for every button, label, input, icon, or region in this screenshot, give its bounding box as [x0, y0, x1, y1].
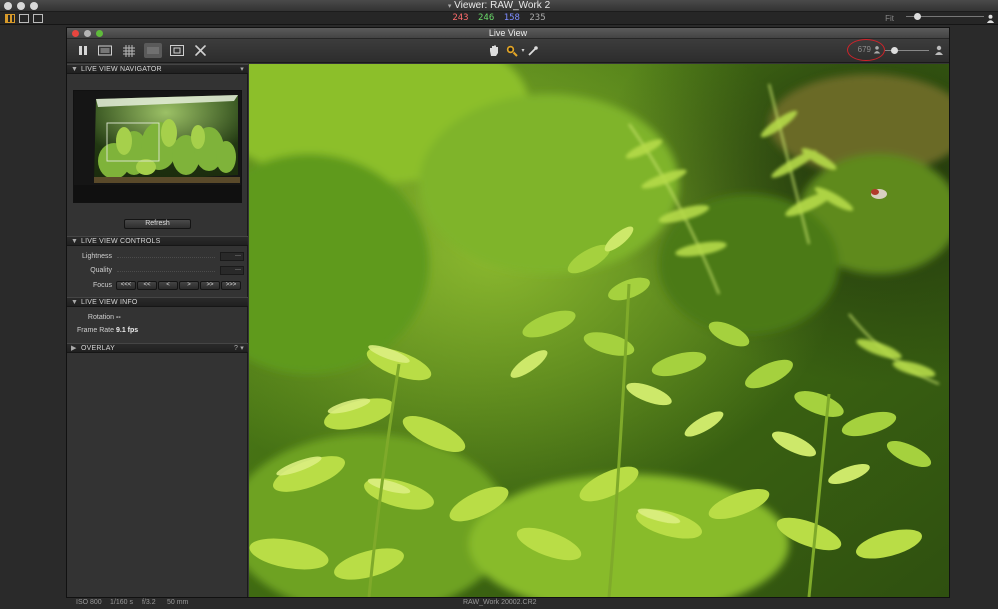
focus-frame-icon[interactable]: [169, 43, 185, 58]
controls-section-header[interactable]: ▼ Live View Controls: [67, 236, 248, 246]
collapse-triangle-icon[interactable]: ▼: [71, 298, 78, 307]
iso-value: ISO 800: [76, 599, 102, 606]
viewer-title-text: Viewer: RAW_Work 2: [454, 0, 551, 11]
aquarium-plants-image: [249, 64, 949, 597]
aperture-value: f/3.2: [142, 599, 156, 606]
filename-label: RAW_Work 20002.CR2: [463, 599, 537, 606]
luminance-value: 235: [529, 13, 546, 23]
shutter-value: 1/160 s: [110, 599, 133, 606]
collapse-triangle-icon[interactable]: ▼: [71, 237, 78, 246]
focus-label: Focus: [92, 282, 112, 289]
blue-value: 158: [503, 13, 520, 23]
help-icon[interactable]: ?: [234, 345, 238, 352]
rotation-label: Rotation: [87, 314, 114, 321]
navigator-section-header[interactable]: ▼ Live View Navigator ▾: [67, 64, 248, 74]
rotation-value: --: [116, 314, 121, 321]
navigator-header-label: Live View Navigator: [81, 66, 162, 73]
lightness-control: Lightness ---: [67, 251, 248, 263]
lightness-slider[interactable]: [117, 257, 215, 258]
lightness-label: Lightness: [82, 253, 112, 260]
quality-control: Quality ---: [67, 265, 248, 277]
expand-triangle-icon[interactable]: ▶: [71, 344, 77, 353]
focal-length-value: 50 mm: [167, 599, 189, 606]
viewer-toolbar: 243 246 158 235 Fit: [0, 12, 998, 25]
film-strip-icon[interactable]: [97, 43, 113, 58]
overlay-options[interactable]: ? ▾: [234, 344, 244, 353]
red-value: 243: [452, 13, 469, 23]
info-section-header[interactable]: ▼ Live View Info: [67, 297, 248, 307]
options-dropdown-icon[interactable]: ▾: [240, 65, 244, 74]
viewer-titlebar: ▾ Viewer: RAW_Work 2: [0, 0, 998, 12]
live-view-titlebar: Live View: [67, 28, 949, 39]
left-panel: ▼ Live View Navigator ▾: [67, 64, 248, 597]
frame-rate-label: Frame Rate: [77, 327, 114, 334]
live-view-image[interactable]: [249, 64, 949, 597]
zoom-tool-icon[interactable]: [504, 43, 520, 58]
focus-near-medium-button[interactable]: >>: [200, 281, 220, 290]
zoom-slider-knob[interactable]: [914, 13, 921, 20]
frame-rate-value: 9.1 fps: [116, 327, 139, 334]
refresh-button[interactable]: Refresh: [124, 219, 191, 229]
zoom-slider[interactable]: [906, 13, 984, 20]
overlay-header-label: Overlay: [81, 345, 115, 352]
focus-buttons: <<< << < > >> >>>: [116, 281, 241, 290]
exposure-simulation-icon[interactable]: [144, 43, 162, 58]
grid-overlay-icon[interactable]: [122, 43, 136, 58]
live-view-window: Live View ▾ 679 ▼ LIVE VIEW NAVIGATOR ▾ …: [66, 27, 950, 598]
quality-value-field[interactable]: ---: [220, 266, 244, 275]
pause-icon[interactable]: [77, 43, 89, 58]
quality-slider[interactable]: [117, 271, 215, 272]
info-header-label: Live View Info: [81, 299, 138, 306]
lightness-value-field[interactable]: ---: [220, 252, 244, 261]
exposure-slider-knob[interactable]: [891, 47, 898, 54]
focus-far-large-button[interactable]: <<<: [116, 281, 136, 290]
rgb-readout: 243 246 158 235: [0, 13, 998, 24]
controls-header-label: Live View Controls: [81, 238, 161, 245]
person-large-icon[interactable]: [934, 45, 944, 55]
quality-label: Quality: [90, 267, 112, 274]
focus-near-large-button[interactable]: >>>: [221, 281, 241, 290]
status-bar: ISO 800 1/160 s f/3.2 50 mm RAW_Work 200…: [66, 598, 950, 609]
person-icon[interactable]: [986, 14, 995, 23]
live-view-title: Live View: [488, 28, 528, 38]
navigator-thumbnail[interactable]: [73, 90, 242, 203]
focus-near-small-button[interactable]: >: [179, 281, 199, 290]
live-view-toolbar: ▾ 679: [67, 39, 949, 63]
tools-icon[interactable]: [193, 43, 207, 58]
highlight-annotation-circle: [847, 39, 885, 61]
disclosure-triangle-icon[interactable]: ▾: [448, 3, 452, 10]
focus-far-medium-button[interactable]: <<: [137, 281, 157, 290]
focus-control: Focus <<< << < > >> >>>: [67, 280, 248, 292]
exposure-slider[interactable]: [885, 47, 929, 54]
collapse-triangle-icon[interactable]: ▼: [71, 65, 78, 74]
green-value: 246: [478, 13, 495, 23]
eyedropper-icon[interactable]: [526, 43, 540, 58]
hand-tool-icon[interactable]: [487, 43, 501, 58]
overlay-section-header[interactable]: ▶ Overlay ? ▾: [67, 343, 248, 353]
fit-label[interactable]: Fit: [885, 14, 894, 23]
focus-far-small-button[interactable]: <: [158, 281, 178, 290]
